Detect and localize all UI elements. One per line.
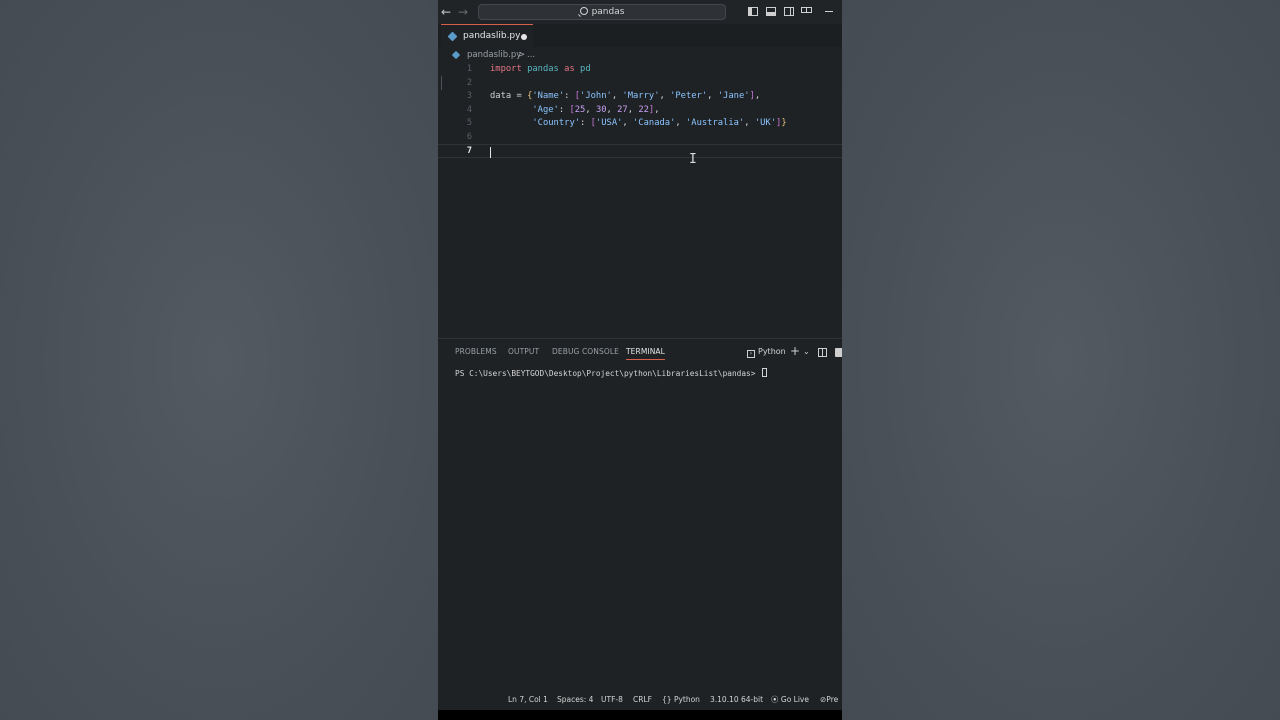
broadcast-icon: ⦿ [771, 695, 779, 704]
token-string: 'Canada' [633, 118, 676, 128]
token-comma: , [754, 91, 761, 101]
token-string: 'Name' [532, 91, 565, 101]
line-number: 3 [466, 91, 472, 101]
terminal-profile-label: Python [758, 347, 786, 356]
token-string: 'Jane' [717, 91, 750, 101]
line-number: 1 [466, 64, 472, 74]
terminal-prompt: PS C:\Users\BEYTGOD\Desktop\Project\pyth… [455, 369, 756, 378]
command-center-search[interactable]: pandas [478, 4, 726, 20]
customize-layout-icon[interactable] [801, 7, 812, 16]
token-string: 'John' [580, 91, 612, 101]
token-string: 'Age' [532, 104, 559, 115]
terminal-cursor [762, 368, 768, 377]
chevron-down-icon[interactable]: ⌄ [803, 346, 810, 358]
token-module: pandas [527, 64, 559, 74]
python-file-icon [447, 31, 458, 42]
status-cursor-position[interactable]: Ln 7, Col 1 [508, 695, 548, 705]
line-number: 6 [466, 131, 472, 142]
token-string: 'Country' [532, 118, 581, 128]
code-text: 'Age': [25, 30, 27, 22], [532, 104, 660, 115]
status-encoding[interactable]: UTF-8 [601, 695, 623, 705]
split-terminal-icon[interactable] [818, 348, 827, 357]
bottom-strip [438, 710, 842, 720]
code-line-2[interactable]: 2 [438, 77, 842, 91]
status-eol[interactable]: CRLF [633, 695, 652, 705]
line-number-active: 7 [466, 146, 472, 156]
status-bar: Ln 7, Col 1 Spaces: 4 UTF-8 CRLF {} Pyth… [438, 690, 842, 710]
token-number: 30 [595, 104, 607, 115]
code-line-7-current[interactable]: 7 [438, 144, 842, 158]
status-indentation[interactable]: Spaces: 4 [557, 695, 593, 705]
token-colon: : [558, 104, 570, 115]
breadcrumb-file[interactable]: pandaslib.py [467, 50, 521, 61]
toggle-secondary-sidebar-icon[interactable] [784, 7, 794, 16]
status-language-mode[interactable]: {} Python [662, 695, 700, 705]
token-comma: , [654, 104, 660, 115]
token-string: 'Australia' [685, 118, 745, 128]
token-number: 22 [638, 104, 649, 115]
token-operator: = [511, 91, 528, 101]
command-center-text: pandas [591, 7, 625, 17]
status-prettier[interactable]: ⊘Pre [820, 695, 838, 705]
tab-output[interactable]: OUTPUT [508, 347, 539, 357]
forward-arrow-icon[interactable]: → [458, 4, 468, 20]
bottom-panel: PROBLEMS OUTPUT DEBUG CONSOLE TERMINAL ›… [438, 338, 842, 691]
token-brace: } [781, 118, 787, 128]
token-alias: pd [580, 64, 591, 74]
code-line-6[interactable]: 6 [438, 131, 842, 145]
status-go-live[interactable]: ⦿ Go Live [771, 695, 809, 705]
token-number: 25 [574, 104, 586, 115]
tab-problems[interactable]: PROBLEMS [455, 347, 497, 357]
code-text: 'Country': ['USA', 'Canada', 'Australia'… [532, 118, 787, 128]
trash-icon[interactable] [835, 348, 842, 357]
back-arrow-icon[interactable]: ← [441, 4, 451, 20]
chevron-right-icon: > [518, 50, 526, 60]
line-number: 2 [466, 77, 472, 88]
terminal-icon: › [747, 350, 755, 358]
braces-icon: {} [662, 695, 672, 704]
token-keyword: as [564, 64, 575, 74]
background-left [0, 0, 438, 720]
token-number: 27 [617, 104, 628, 115]
text-caret [490, 147, 491, 158]
vscode-window: ← → pandas pandaslib.py pandaslib.py > .… [438, 0, 842, 720]
code-text: import pandas as pd [490, 63, 591, 77]
tab-label: pandaslib.py [463, 31, 521, 41]
unsaved-dot-icon[interactable] [521, 34, 527, 40]
code-line-5[interactable]: 5 'Country': ['USA', 'Canada', 'Australi… [438, 117, 842, 131]
title-bar: ← → pandas [438, 0, 842, 24]
tab-debug-console[interactable]: DEBUG CONSOLE [552, 347, 619, 357]
token-string: 'Peter' [670, 91, 708, 101]
token-string: 'UK' [754, 118, 777, 128]
token-string: 'USA' [595, 118, 623, 128]
terminal-output[interactable]: PS C:\Users\BEYTGOD\Desktop\Project\pyth… [455, 368, 768, 379]
terminal-profile-selector[interactable]: › Python [747, 346, 786, 358]
new-terminal-plus-icon[interactable]: + [790, 344, 800, 358]
toggle-primary-sidebar-icon[interactable] [748, 7, 758, 16]
code-text: data = {'Name': ['John', 'Marry', 'Peter… [490, 91, 761, 101]
line-number: 5 [466, 118, 472, 128]
code-line-4[interactable]: 4 'Age': [25, 30, 27, 22], [438, 104, 842, 118]
tab-pandaslib-py[interactable]: pandaslib.py [441, 24, 533, 47]
search-icon [579, 7, 588, 15]
mouse-ibeam-cursor-icon: I [689, 152, 697, 167]
code-line-1[interactable]: 1 import pandas as pd [438, 63, 842, 77]
token-variable: data [490, 91, 512, 101]
code-editor[interactable]: 1 import pandas as pd 2 3 data = {'Name'… [438, 63, 842, 338]
minimize-icon[interactable] [825, 11, 833, 12]
toggle-panel-icon[interactable] [766, 7, 776, 16]
python-file-icon [451, 50, 461, 60]
breadcrumb-more[interactable]: ... [527, 50, 535, 61]
token-colon: : [564, 91, 575, 101]
status-python-interpreter[interactable]: 3.10.10 64-bit [710, 695, 763, 705]
breadcrumb: pandaslib.py > ... [438, 47, 842, 63]
token-string: 'Marry' [622, 91, 660, 101]
token-colon: : [580, 118, 591, 128]
editor-tab-bar: pandaslib.py [438, 24, 842, 47]
tab-terminal[interactable]: TERMINAL [626, 347, 665, 360]
line-number: 4 [466, 104, 472, 115]
token-keyword: import [490, 64, 522, 74]
background-right [842, 0, 1280, 720]
code-line-3[interactable]: 3 data = {'Name': ['John', 'Marry', 'Pet… [438, 90, 842, 104]
